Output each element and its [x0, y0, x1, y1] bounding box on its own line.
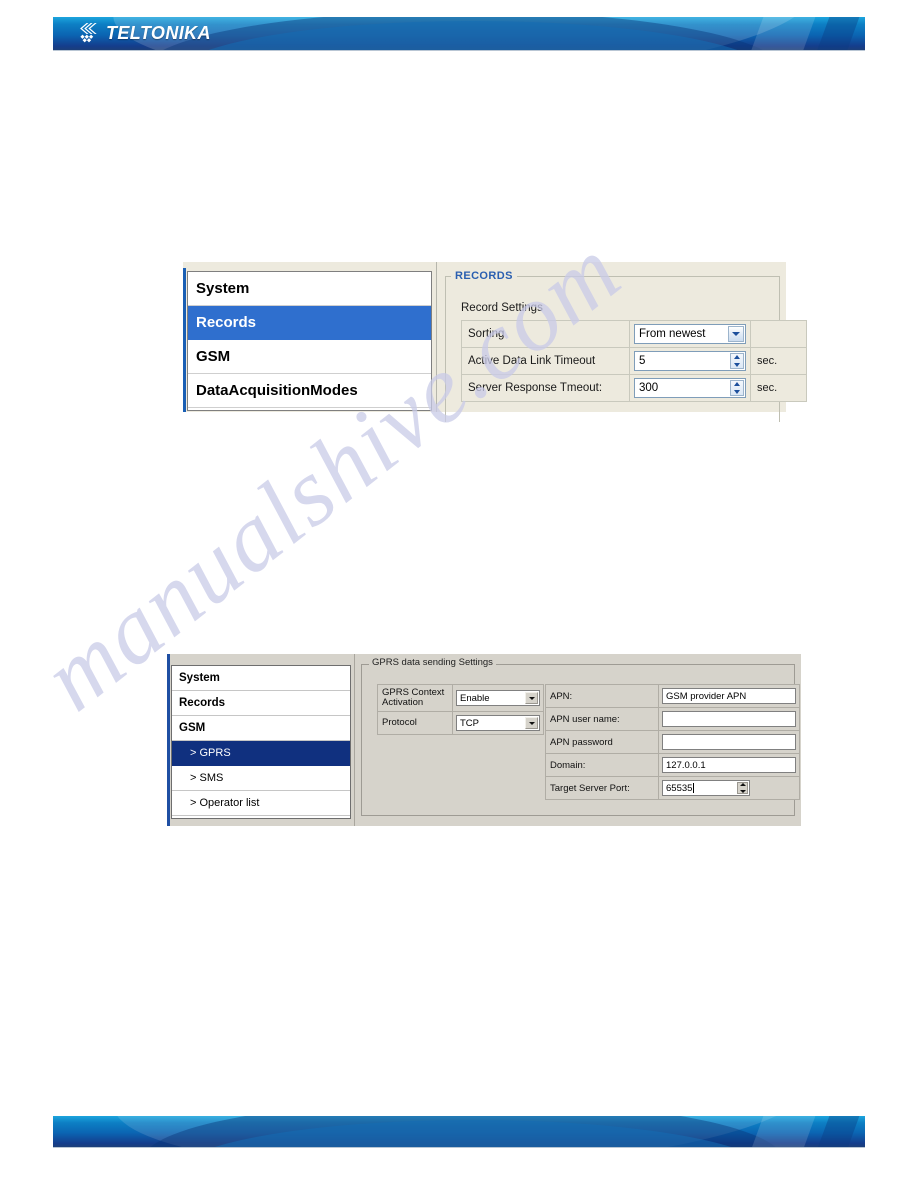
row-label-domain: Domain: — [545, 753, 659, 777]
row-unit-sorting — [750, 320, 807, 348]
row-label-server-response-timeout: Server Response Tmeout: — [461, 374, 630, 402]
apn-input[interactable]: GSM provider APN — [662, 688, 796, 704]
row-control-sorting: From newest — [629, 320, 751, 348]
gprs-config-screenshot: System Records GSM > GPRS > SMS > Operat… — [167, 654, 801, 826]
sidebar-item-operator-list[interactable]: > Operator list — [172, 791, 350, 816]
banner-swoosh-dark — [143, 1116, 783, 1147]
table-row: Target Server Port: 65535 — [545, 776, 800, 800]
banner-swoosh-light — [110, 1116, 816, 1147]
banner-swoosh-mid — [173, 21, 773, 50]
row-label-sorting: Sorting — [461, 320, 630, 348]
table-row: Active Data Link Timeout 5 sec. — [461, 347, 807, 375]
row-control-server-response-timeout: 300 — [629, 374, 751, 402]
table-row: APN password — [545, 730, 800, 754]
teltonika-logo: TELTONIKA — [79, 21, 211, 45]
target-server-port-value: 65535 — [666, 782, 693, 794]
records-settings-pane: RECORDS Record Settings Sorting From new… — [436, 262, 807, 422]
records-navigation-list[interactable]: System Records GSM DataAcquisitionModes — [187, 271, 432, 411]
chevron-down-icon[interactable] — [728, 326, 744, 342]
row-control-apn: GSM provider APN — [658, 684, 800, 708]
sidebar-item-gsm[interactable]: GSM — [172, 716, 350, 741]
row-label-apn: APN: — [545, 684, 659, 708]
gprs-context-activation-dropdown[interactable]: Enable — [456, 690, 540, 706]
table-row: Sorting From newest — [461, 320, 807, 348]
records-panel-title: RECORDS — [451, 270, 517, 282]
target-server-port-stepper[interactable]: 65535 — [662, 780, 750, 796]
banner-diagonal-dark — [804, 17, 865, 50]
active-data-link-timeout-value: 5 — [639, 355, 646, 367]
table-row: Protocol TCP — [377, 711, 544, 735]
protocol-value: TCP — [460, 717, 479, 729]
gprs-navigation-list[interactable]: System Records GSM > GPRS > SMS > Operat… — [171, 665, 351, 819]
text-caret — [693, 783, 695, 793]
record-settings-table: Sorting From newest Active Data Link Tim… — [461, 320, 807, 402]
row-unit-server-response-timeout: sec. — [750, 374, 807, 402]
gprs-context-activation-value: Enable — [460, 692, 490, 704]
sidebar-item-empty — [172, 816, 350, 841]
domain-value: 127.0.0.1 — [666, 759, 706, 771]
row-unit-active-data-link-timeout: sec. — [750, 347, 807, 375]
banner-swoosh-light — [110, 17, 816, 50]
sidebar-item-sms[interactable]: > SMS — [172, 766, 350, 791]
apn-user-name-input[interactable] — [662, 711, 796, 727]
server-response-timeout-value: 300 — [639, 382, 659, 394]
gprs-left-settings-table: GPRS Context Activation Enable Protocol … — [377, 684, 544, 735]
spinner-arrows-icon[interactable] — [730, 380, 744, 396]
banner-diagonal-light — [738, 17, 824, 50]
table-row: GPRS Context Activation Enable — [377, 684, 544, 712]
chevron-down-icon[interactable] — [525, 717, 538, 729]
row-control-protocol: TCP — [452, 711, 544, 735]
banner-swoosh-dark — [143, 17, 783, 50]
gprs-group-title: GPRS data sending Settings — [369, 657, 496, 668]
row-label-gprs-context-activation: GPRS Context Activation — [377, 684, 453, 712]
window-left-accent-bar — [167, 654, 170, 826]
spinner-arrows-icon[interactable] — [730, 353, 744, 369]
row-control-active-data-link-timeout: 5 — [629, 347, 751, 375]
table-row: Server Response Tmeout: 300 sec. — [461, 374, 807, 402]
table-row: APN: GSM provider APN — [545, 684, 800, 708]
server-response-timeout-stepper[interactable]: 300 — [634, 378, 746, 398]
protocol-dropdown[interactable]: TCP — [456, 715, 540, 731]
chevron-down-icon[interactable] — [525, 692, 538, 704]
sidebar-item-system[interactable]: System — [172, 666, 350, 691]
row-label-protocol: Protocol — [377, 711, 453, 735]
spinner-arrows-icon[interactable] — [737, 782, 748, 794]
brand-name: TELTONIKA — [106, 23, 211, 43]
active-data-link-timeout-stepper[interactable]: 5 — [634, 351, 746, 371]
row-label-apn-password: APN password — [545, 730, 659, 754]
gprs-right-settings-table: APN: GSM provider APN APN user name: APN… — [545, 684, 800, 800]
sorting-dropdown-value: From newest — [639, 328, 706, 340]
gprs-settings-pane: GPRS data sending Settings GPRS Context … — [354, 654, 801, 826]
row-control-domain: 127.0.0.1 — [658, 753, 800, 777]
sidebar-item-dataacquisitionmodes[interactable]: DataAcquisitionModes — [188, 374, 431, 408]
sidebar-item-gsm[interactable]: GSM — [188, 340, 431, 374]
banner-swoosh-mid — [173, 1120, 773, 1147]
row-control-apn-user-name — [658, 707, 800, 731]
apn-password-input[interactable] — [662, 734, 796, 750]
row-control-gprs-context-activation: Enable — [452, 684, 544, 712]
records-config-screenshot: System Records GSM DataAcquisitionModes … — [183, 262, 807, 422]
window-left-accent-bar — [183, 268, 186, 412]
row-label-apn-user-name: APN user name: — [545, 707, 659, 731]
teltonika-chevron-icon — [80, 23, 97, 43]
table-row: APN user name: — [545, 707, 800, 731]
sidebar-item-records[interactable]: Records — [188, 306, 431, 340]
sidebar-item-gprs[interactable]: > GPRS — [172, 741, 350, 766]
row-control-target-server-port: 65535 — [658, 776, 800, 800]
page-footer-banner — [53, 1116, 865, 1147]
domain-input[interactable]: 127.0.0.1 — [662, 757, 796, 773]
record-settings-label: Record Settings — [461, 302, 543, 314]
apn-value: GSM provider APN — [666, 690, 747, 702]
banner-diagonal-light — [738, 1116, 824, 1147]
sidebar-item-system[interactable]: System — [188, 272, 431, 306]
row-control-apn-password — [658, 730, 800, 754]
table-row: Domain: 127.0.0.1 — [545, 753, 800, 777]
sorting-dropdown[interactable]: From newest — [634, 324, 746, 344]
row-label-target-server-port: Target Server Port: — [545, 776, 659, 800]
sidebar-item-records[interactable]: Records — [172, 691, 350, 716]
row-label-active-data-link-timeout: Active Data Link Timeout — [461, 347, 630, 375]
